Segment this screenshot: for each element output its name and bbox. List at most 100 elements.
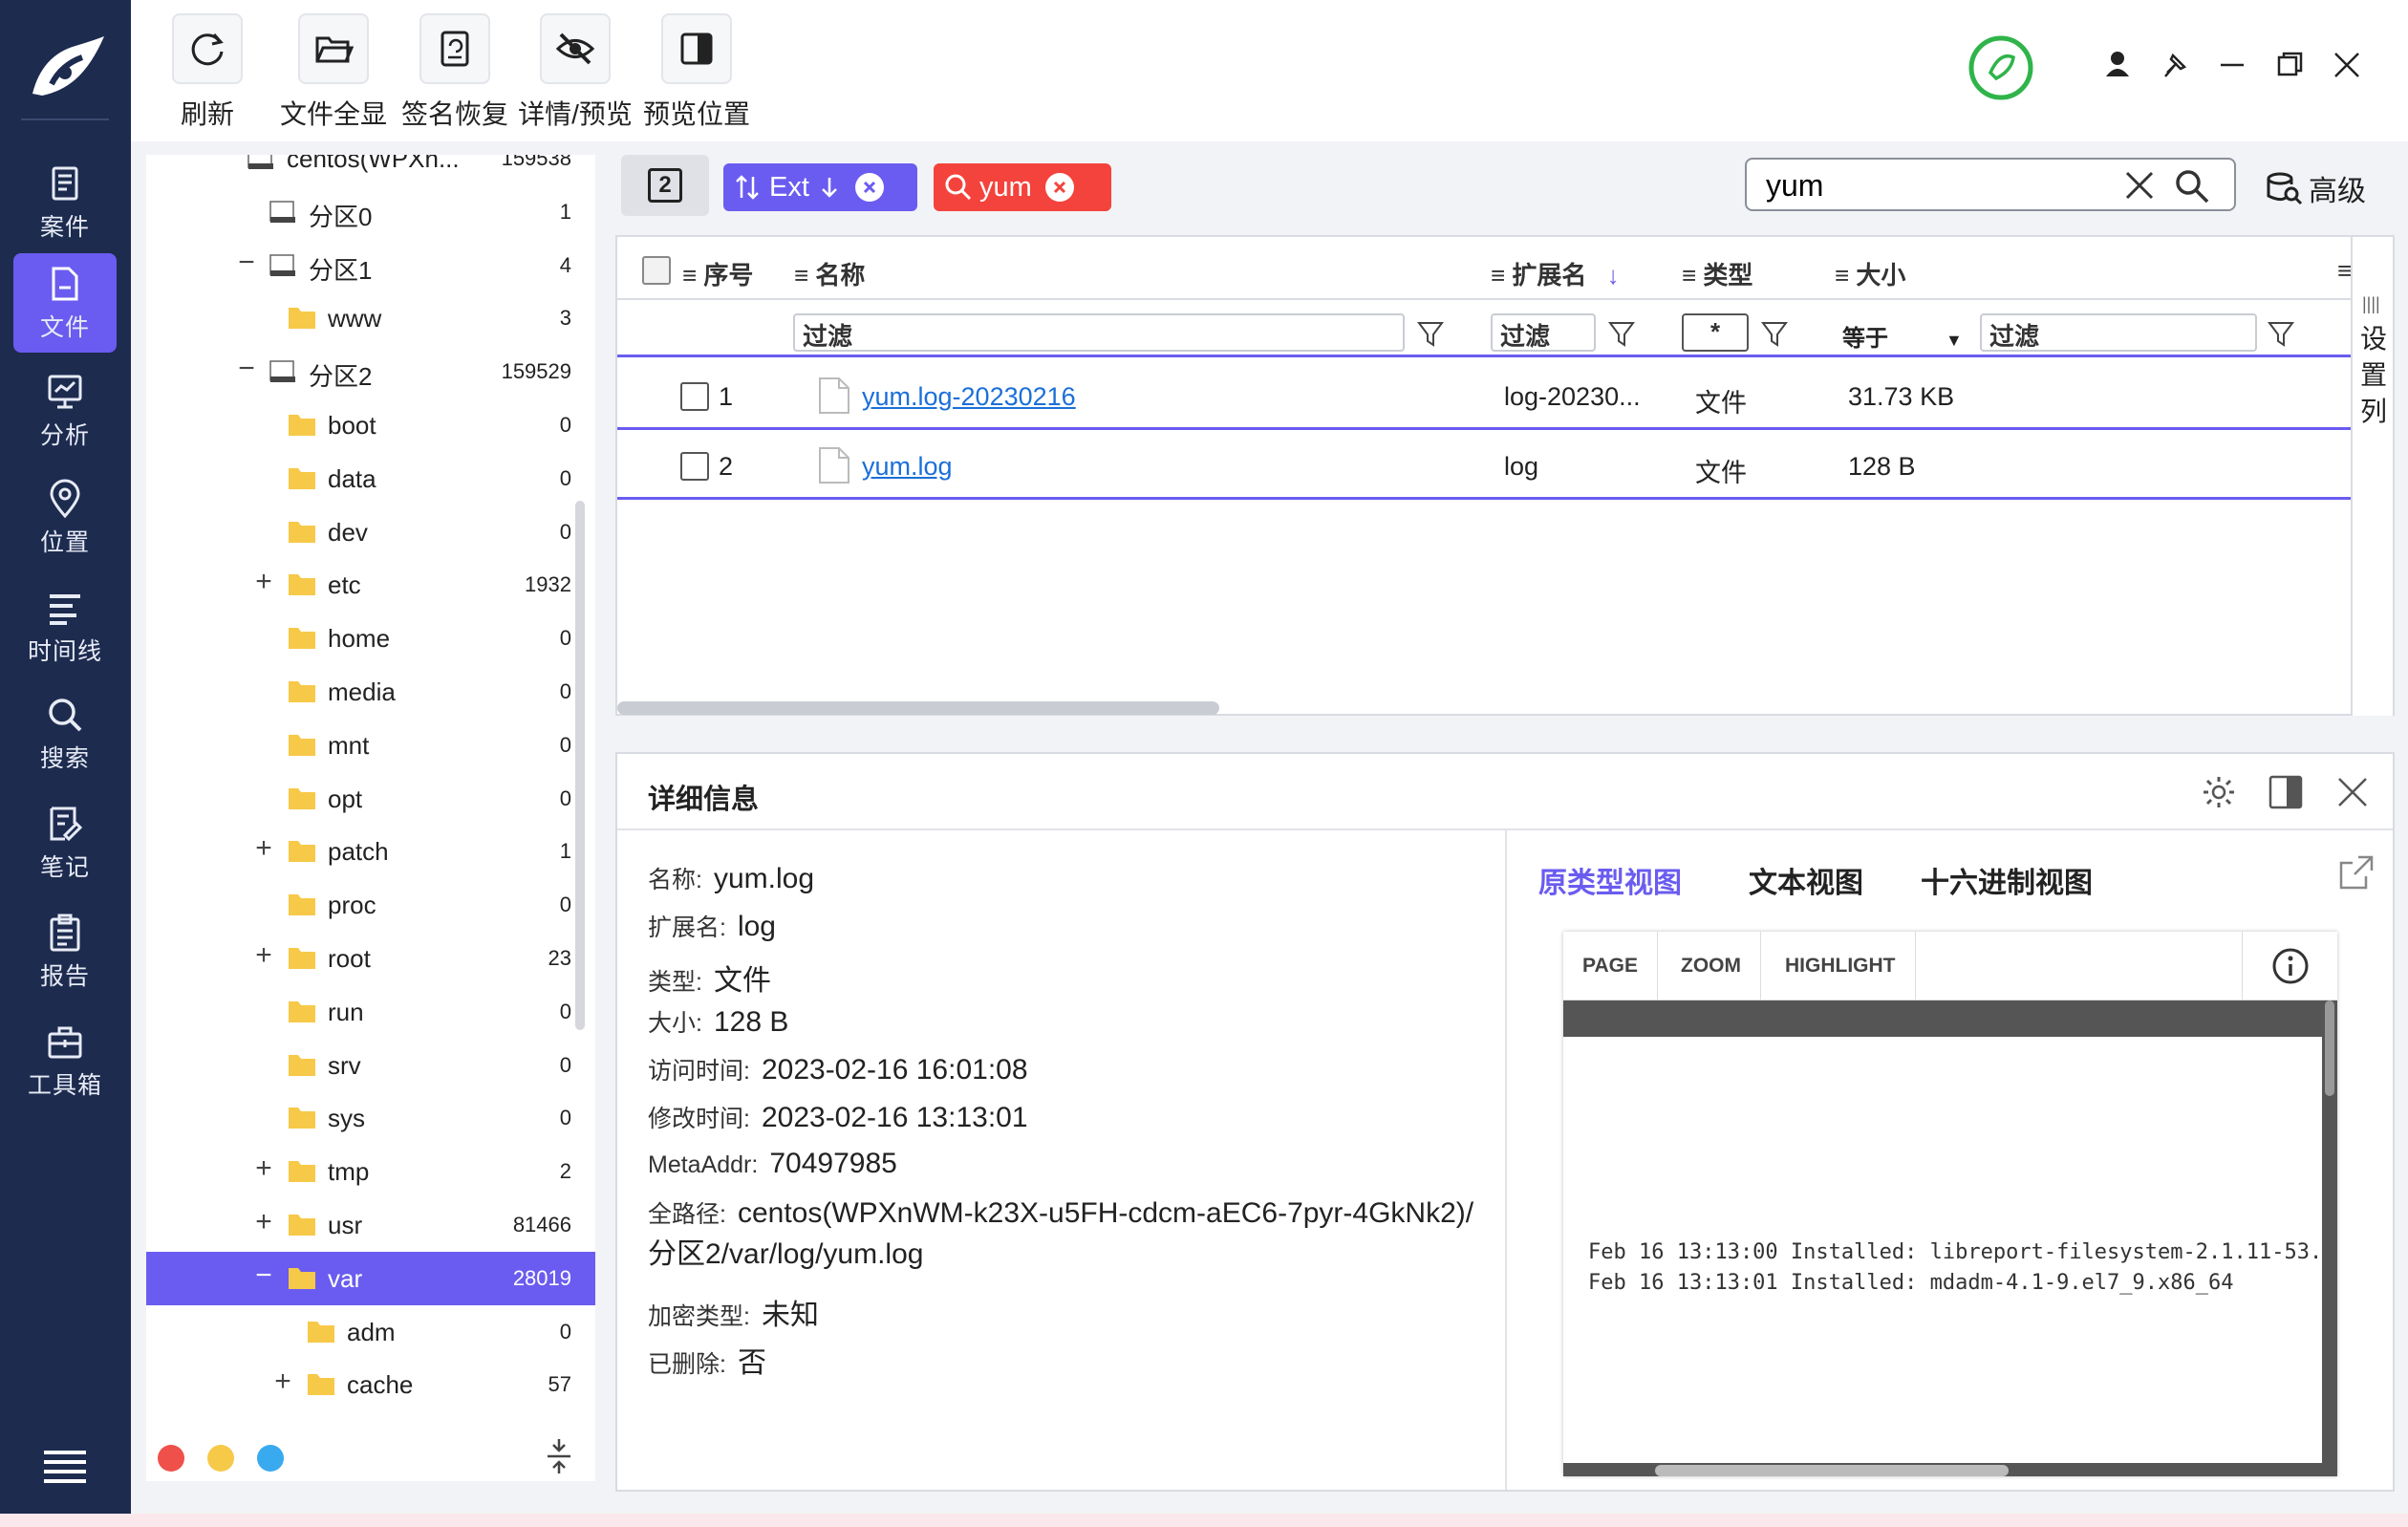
tree-toggle[interactable]: + xyxy=(249,1152,278,1185)
size-filter-icon[interactable] xyxy=(2267,319,2295,348)
tree-item[interactable]: mnt 0 xyxy=(146,719,595,772)
clear-search-icon[interactable] xyxy=(2123,169,2156,202)
tree-item[interactable]: boot 0 xyxy=(146,398,595,452)
tree-item[interactable]: − 分区1 4 xyxy=(146,239,595,292)
type-filter-input[interactable]: * xyxy=(1682,313,1749,352)
close-icon[interactable] xyxy=(2335,775,2370,809)
search-input[interactable] xyxy=(1766,167,2110,204)
detail-preview-button[interactable]: 详情/预览 xyxy=(513,13,637,132)
refresh-button[interactable]: 刷新 xyxy=(169,13,246,132)
page-badge[interactable]: 2 xyxy=(621,155,709,216)
column-header-no[interactable]: ≡ 序号 xyxy=(682,256,753,291)
column-header-name[interactable]: ≡ 名称 xyxy=(794,256,865,291)
select-all-checkbox[interactable] xyxy=(642,256,671,285)
remove-ext-chip-icon[interactable] xyxy=(854,173,884,202)
tree-item[interactable]: media 0 xyxy=(146,665,595,719)
tree-item[interactable]: home 0 xyxy=(146,612,595,665)
nav-item-search[interactable]: 搜索 xyxy=(13,684,117,784)
tree-item[interactable]: opt 0 xyxy=(146,772,595,826)
column-header-type[interactable]: ≡ 类型 xyxy=(1682,256,1752,291)
status-shield-icon[interactable] xyxy=(1967,34,2034,101)
nav-item-file[interactable]: 文件 xyxy=(13,253,117,353)
ext-filter-input[interactable]: 过滤 xyxy=(1491,313,1596,352)
nav-item-location[interactable]: 位置 xyxy=(13,468,117,568)
user-icon[interactable] xyxy=(2096,44,2139,86)
tree-item[interactable]: 分区0 1 xyxy=(146,185,595,239)
close-window-icon[interactable] xyxy=(2326,44,2368,86)
column-header-more[interactable]: ≡ xyxy=(2337,256,2352,286)
ext-sort-chip[interactable]: Ext xyxy=(723,163,917,211)
row-checkbox[interactable] xyxy=(680,382,709,411)
yellow-dot[interactable] xyxy=(207,1445,234,1472)
signature-restore-button[interactable]: 签名恢复 xyxy=(393,13,517,132)
nav-item-case[interactable]: 案件 xyxy=(13,153,117,252)
tree-item[interactable]: + tmp 2 xyxy=(146,1145,595,1198)
tree-item[interactable]: run 0 xyxy=(146,985,595,1039)
size-operator-select[interactable]: 等于 ▼ xyxy=(1842,319,1963,353)
type-filter-icon[interactable] xyxy=(1760,319,1789,348)
search-icon[interactable] xyxy=(2173,167,2211,205)
nav-item-report[interactable]: 报告 xyxy=(13,902,117,1001)
nav-item-timeline[interactable]: 时间线 xyxy=(13,577,117,677)
collapse-all-icon[interactable] xyxy=(544,1437,574,1475)
panel-right-icon[interactable] xyxy=(2267,773,2305,811)
tree-item[interactable]: − var 28019 xyxy=(146,1251,595,1305)
preview-position-button[interactable]: 预览位置 xyxy=(634,13,759,132)
column-header-ext[interactable]: ≡ 扩展名 ↓ xyxy=(1491,256,1620,291)
tab-hex-view[interactable]: 十六进制视图 xyxy=(1921,859,2093,901)
viewer-page-button[interactable]: PAGE xyxy=(1563,932,1658,1000)
nav-item-toolbox[interactable]: 工具箱 xyxy=(13,1011,117,1110)
advanced-search-button[interactable]: 高级 xyxy=(2265,166,2366,210)
tree-toggle[interactable]: − xyxy=(232,353,261,385)
menu-icon[interactable] xyxy=(44,1447,86,1483)
ext-filter-icon[interactable] xyxy=(1607,319,1636,348)
tree-item[interactable]: + etc 1932 xyxy=(146,558,595,612)
tree-scrollbar[interactable] xyxy=(575,501,585,1030)
column-settings-button[interactable]: |||| 设置列 xyxy=(2351,237,2393,716)
external-open-icon[interactable] xyxy=(2337,853,2376,892)
nav-item-note[interactable]: 笔记 xyxy=(13,793,117,893)
tree-item[interactable]: www 3 xyxy=(146,291,595,345)
tree-item[interactable]: centos(WPXn... 159538 xyxy=(146,155,595,185)
remove-yum-chip-icon[interactable] xyxy=(1044,173,1074,202)
grid-hscrollbar[interactable] xyxy=(617,701,1219,715)
viewer-hscroll-thumb[interactable] xyxy=(1655,1465,2009,1476)
tree-toggle[interactable]: + xyxy=(269,1366,297,1398)
size-filter-input[interactable]: 过滤 xyxy=(1980,313,2257,352)
blue-dot[interactable] xyxy=(257,1445,284,1472)
tree-item[interactable]: data 0 xyxy=(146,452,595,505)
name-filter-icon[interactable] xyxy=(1416,319,1445,348)
viewer-info-button[interactable] xyxy=(2242,932,2337,1000)
yum-search-chip[interactable]: yum xyxy=(934,163,1111,211)
file-name-link[interactable]: yum.log-20230216 xyxy=(862,382,1076,411)
nav-item-analysis[interactable]: 分析 xyxy=(13,361,117,461)
tree-item[interactable]: srv 0 xyxy=(146,1039,595,1092)
column-header-size[interactable]: ≡ 大小 xyxy=(1835,256,1905,291)
viewer-zoom-button[interactable]: ZOOM xyxy=(1662,932,1761,1000)
file-name-link[interactable]: yum.log xyxy=(862,452,953,481)
row-checkbox[interactable] xyxy=(680,452,709,481)
tree-item[interactable]: dev 0 xyxy=(146,505,595,559)
table-row[interactable]: 2 yum.log log 文件 128 B xyxy=(617,433,2353,500)
minimize-icon[interactable] xyxy=(2211,44,2253,86)
tree-item[interactable]: + cache 57 xyxy=(146,1358,595,1411)
show-all-files-button[interactable]: 文件全显 xyxy=(271,13,396,132)
viewer-vscroll-thumb[interactable] xyxy=(2325,1000,2334,1096)
gear-icon[interactable] xyxy=(2200,773,2238,811)
name-filter-input[interactable]: 过滤 xyxy=(793,313,1405,352)
tree-item[interactable]: + usr 81466 xyxy=(146,1198,595,1252)
restore-icon[interactable] xyxy=(2268,44,2311,86)
tree-toggle[interactable]: + xyxy=(249,1206,278,1238)
tree-item[interactable]: sys 0 xyxy=(146,1091,595,1145)
pin-icon[interactable] xyxy=(2154,44,2196,86)
tree-toggle[interactable]: + xyxy=(249,939,278,972)
tree-toggle[interactable]: − xyxy=(249,1259,278,1292)
table-row[interactable]: 1 yum.log-20230216 log-20230... 文件 31.73 KB xyxy=(617,363,2353,430)
tree-item[interactable]: + patch 1 xyxy=(146,825,595,878)
tree-toggle[interactable]: + xyxy=(249,832,278,865)
tree-toggle[interactable]: − xyxy=(232,247,261,279)
viewer-highlight-button[interactable]: HIGHLIGHT xyxy=(1766,932,1916,1000)
tree-item[interactable]: + root 23 xyxy=(146,932,595,985)
tree-toggle[interactable]: + xyxy=(249,566,278,598)
red-dot[interactable] xyxy=(158,1445,184,1472)
